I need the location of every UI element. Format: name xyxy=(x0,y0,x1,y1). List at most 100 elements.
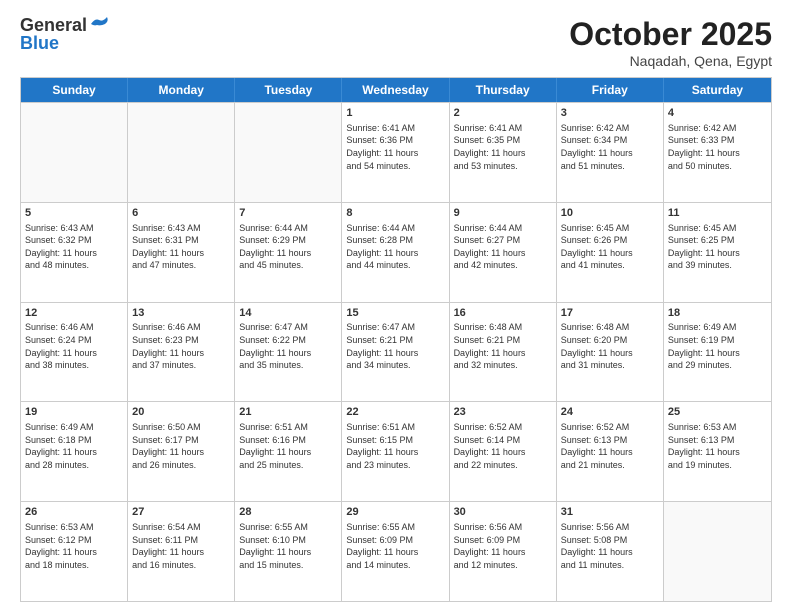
day-number: 14 xyxy=(239,306,337,321)
calendar-empty-cell xyxy=(21,103,128,202)
day-number: 15 xyxy=(346,306,444,321)
weekday-header-friday: Friday xyxy=(557,78,664,102)
calendar-day-4[interactable]: 4Sunrise: 6:42 AM Sunset: 6:33 PM Daylig… xyxy=(664,103,771,202)
day-info: Sunrise: 6:50 AM Sunset: 6:17 PM Dayligh… xyxy=(132,421,230,471)
day-info: Sunrise: 6:48 AM Sunset: 6:21 PM Dayligh… xyxy=(454,321,552,371)
calendar-day-19[interactable]: 19Sunrise: 6:49 AM Sunset: 6:18 PM Dayli… xyxy=(21,402,128,501)
calendar-day-6[interactable]: 6Sunrise: 6:43 AM Sunset: 6:31 PM Daylig… xyxy=(128,203,235,302)
calendar-day-13[interactable]: 13Sunrise: 6:46 AM Sunset: 6:23 PM Dayli… xyxy=(128,303,235,402)
weekday-header-tuesday: Tuesday xyxy=(235,78,342,102)
day-number: 5 xyxy=(25,206,123,221)
calendar-day-23[interactable]: 23Sunrise: 6:52 AM Sunset: 6:14 PM Dayli… xyxy=(450,402,557,501)
weekday-header-wednesday: Wednesday xyxy=(342,78,449,102)
day-number: 12 xyxy=(25,306,123,321)
day-info: Sunrise: 6:55 AM Sunset: 6:09 PM Dayligh… xyxy=(346,521,444,571)
weekday-header-thursday: Thursday xyxy=(450,78,557,102)
calendar-day-8[interactable]: 8Sunrise: 6:44 AM Sunset: 6:28 PM Daylig… xyxy=(342,203,449,302)
calendar-day-24[interactable]: 24Sunrise: 6:52 AM Sunset: 6:13 PM Dayli… xyxy=(557,402,664,501)
calendar: SundayMondayTuesdayWednesdayThursdayFrid… xyxy=(20,77,772,602)
calendar-day-3[interactable]: 3Sunrise: 6:42 AM Sunset: 6:34 PM Daylig… xyxy=(557,103,664,202)
day-number: 1 xyxy=(346,106,444,121)
calendar-empty-cell xyxy=(235,103,342,202)
day-number: 6 xyxy=(132,206,230,221)
day-number: 23 xyxy=(454,405,552,420)
day-number: 27 xyxy=(132,505,230,520)
calendar-day-22[interactable]: 22Sunrise: 6:51 AM Sunset: 6:15 PM Dayli… xyxy=(342,402,449,501)
calendar-header: SundayMondayTuesdayWednesdayThursdayFrid… xyxy=(21,78,771,102)
calendar-empty-cell xyxy=(128,103,235,202)
day-number: 24 xyxy=(561,405,659,420)
calendar-day-9[interactable]: 9Sunrise: 6:44 AM Sunset: 6:27 PM Daylig… xyxy=(450,203,557,302)
weekday-header-saturday: Saturday xyxy=(664,78,771,102)
calendar-day-5[interactable]: 5Sunrise: 6:43 AM Sunset: 6:32 PM Daylig… xyxy=(21,203,128,302)
day-info: Sunrise: 6:48 AM Sunset: 6:20 PM Dayligh… xyxy=(561,321,659,371)
day-number: 18 xyxy=(668,306,767,321)
day-number: 2 xyxy=(454,106,552,121)
day-info: Sunrise: 6:51 AM Sunset: 6:15 PM Dayligh… xyxy=(346,421,444,471)
calendar-day-12[interactable]: 12Sunrise: 6:46 AM Sunset: 6:24 PM Dayli… xyxy=(21,303,128,402)
day-info: Sunrise: 6:49 AM Sunset: 6:18 PM Dayligh… xyxy=(25,421,123,471)
calendar-day-10[interactable]: 10Sunrise: 6:45 AM Sunset: 6:26 PM Dayli… xyxy=(557,203,664,302)
day-info: Sunrise: 6:53 AM Sunset: 6:12 PM Dayligh… xyxy=(25,521,123,571)
day-number: 10 xyxy=(561,206,659,221)
day-info: Sunrise: 6:44 AM Sunset: 6:29 PM Dayligh… xyxy=(239,222,337,272)
weekday-header-sunday: Sunday xyxy=(21,78,128,102)
calendar-day-21[interactable]: 21Sunrise: 6:51 AM Sunset: 6:16 PM Dayli… xyxy=(235,402,342,501)
day-number: 4 xyxy=(668,106,767,121)
logo: General Blue xyxy=(20,16,111,54)
calendar-row-3: 12Sunrise: 6:46 AM Sunset: 6:24 PM Dayli… xyxy=(21,302,771,402)
calendar-day-20[interactable]: 20Sunrise: 6:50 AM Sunset: 6:17 PM Dayli… xyxy=(128,402,235,501)
day-number: 25 xyxy=(668,405,767,420)
day-number: 30 xyxy=(454,505,552,520)
day-info: Sunrise: 6:44 AM Sunset: 6:27 PM Dayligh… xyxy=(454,222,552,272)
calendar-day-14[interactable]: 14Sunrise: 6:47 AM Sunset: 6:22 PM Dayli… xyxy=(235,303,342,402)
calendar-day-31[interactable]: 31Sunrise: 5:56 AM Sunset: 5:08 PM Dayli… xyxy=(557,502,664,601)
bird-icon xyxy=(89,16,111,32)
day-info: Sunrise: 6:52 AM Sunset: 6:14 PM Dayligh… xyxy=(454,421,552,471)
calendar-day-7[interactable]: 7Sunrise: 6:44 AM Sunset: 6:29 PM Daylig… xyxy=(235,203,342,302)
day-info: Sunrise: 6:43 AM Sunset: 6:32 PM Dayligh… xyxy=(25,222,123,272)
page: General Blue October 2025 Naqadah, Qena,… xyxy=(0,0,792,612)
day-number: 26 xyxy=(25,505,123,520)
day-info: Sunrise: 6:51 AM Sunset: 6:16 PM Dayligh… xyxy=(239,421,337,471)
calendar-day-18[interactable]: 18Sunrise: 6:49 AM Sunset: 6:19 PM Dayli… xyxy=(664,303,771,402)
calendar-day-11[interactable]: 11Sunrise: 6:45 AM Sunset: 6:25 PM Dayli… xyxy=(664,203,771,302)
calendar-day-1[interactable]: 1Sunrise: 6:41 AM Sunset: 6:36 PM Daylig… xyxy=(342,103,449,202)
calendar-day-29[interactable]: 29Sunrise: 6:55 AM Sunset: 6:09 PM Dayli… xyxy=(342,502,449,601)
day-number: 16 xyxy=(454,306,552,321)
day-info: Sunrise: 6:45 AM Sunset: 6:26 PM Dayligh… xyxy=(561,222,659,272)
calendar-body: 1Sunrise: 6:41 AM Sunset: 6:36 PM Daylig… xyxy=(21,102,771,601)
day-info: Sunrise: 6:56 AM Sunset: 6:09 PM Dayligh… xyxy=(454,521,552,571)
day-number: 11 xyxy=(668,206,767,221)
calendar-day-15[interactable]: 15Sunrise: 6:47 AM Sunset: 6:21 PM Dayli… xyxy=(342,303,449,402)
day-number: 9 xyxy=(454,206,552,221)
day-info: Sunrise: 6:42 AM Sunset: 6:34 PM Dayligh… xyxy=(561,122,659,172)
calendar-day-30[interactable]: 30Sunrise: 6:56 AM Sunset: 6:09 PM Dayli… xyxy=(450,502,557,601)
day-info: Sunrise: 6:45 AM Sunset: 6:25 PM Dayligh… xyxy=(668,222,767,272)
day-info: Sunrise: 6:42 AM Sunset: 6:33 PM Dayligh… xyxy=(668,122,767,172)
weekday-header-monday: Monday xyxy=(128,78,235,102)
calendar-day-26[interactable]: 26Sunrise: 6:53 AM Sunset: 6:12 PM Dayli… xyxy=(21,502,128,601)
day-number: 20 xyxy=(132,405,230,420)
day-info: Sunrise: 6:44 AM Sunset: 6:28 PM Dayligh… xyxy=(346,222,444,272)
day-info: Sunrise: 5:56 AM Sunset: 5:08 PM Dayligh… xyxy=(561,521,659,571)
calendar-day-25[interactable]: 25Sunrise: 6:53 AM Sunset: 6:13 PM Dayli… xyxy=(664,402,771,501)
calendar-row-1: 1Sunrise: 6:41 AM Sunset: 6:36 PM Daylig… xyxy=(21,102,771,202)
day-info: Sunrise: 6:41 AM Sunset: 6:36 PM Dayligh… xyxy=(346,122,444,172)
day-number: 7 xyxy=(239,206,337,221)
day-number: 13 xyxy=(132,306,230,321)
calendar-day-28[interactable]: 28Sunrise: 6:55 AM Sunset: 6:10 PM Dayli… xyxy=(235,502,342,601)
header: General Blue October 2025 Naqadah, Qena,… xyxy=(20,16,772,69)
day-info: Sunrise: 6:43 AM Sunset: 6:31 PM Dayligh… xyxy=(132,222,230,272)
calendar-day-27[interactable]: 27Sunrise: 6:54 AM Sunset: 6:11 PM Dayli… xyxy=(128,502,235,601)
day-number: 19 xyxy=(25,405,123,420)
calendar-day-16[interactable]: 16Sunrise: 6:48 AM Sunset: 6:21 PM Dayli… xyxy=(450,303,557,402)
day-number: 3 xyxy=(561,106,659,121)
day-info: Sunrise: 6:46 AM Sunset: 6:23 PM Dayligh… xyxy=(132,321,230,371)
month-title: October 2025 xyxy=(569,16,772,53)
day-number: 31 xyxy=(561,505,659,520)
day-info: Sunrise: 6:41 AM Sunset: 6:35 PM Dayligh… xyxy=(454,122,552,172)
title-block: October 2025 Naqadah, Qena, Egypt xyxy=(569,16,772,69)
calendar-day-2[interactable]: 2Sunrise: 6:41 AM Sunset: 6:35 PM Daylig… xyxy=(450,103,557,202)
calendar-day-17[interactable]: 17Sunrise: 6:48 AM Sunset: 6:20 PM Dayli… xyxy=(557,303,664,402)
